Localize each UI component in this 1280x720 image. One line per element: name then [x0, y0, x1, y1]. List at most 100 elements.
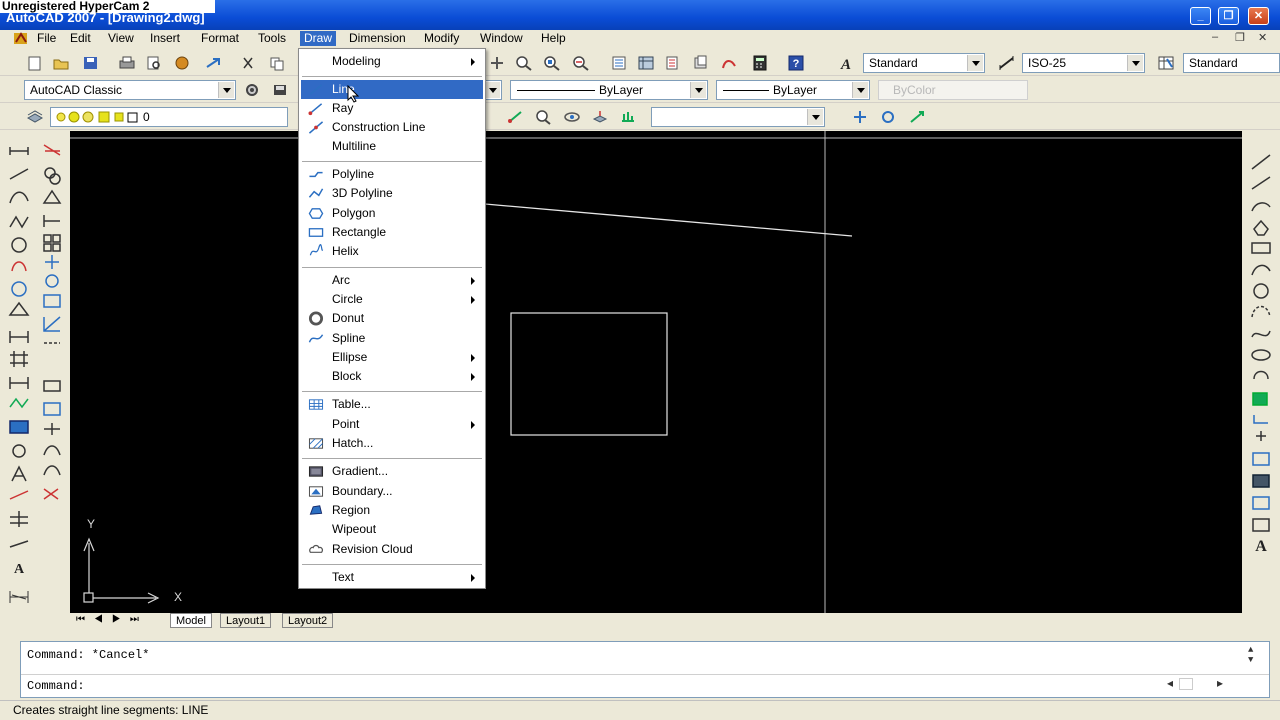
dim-style-select[interactable]: ISO-25	[1022, 53, 1145, 73]
calculator-icon[interactable]	[751, 55, 769, 71]
layer-select[interactable]: 0	[50, 107, 288, 127]
text-style-icon[interactable]: A	[837, 55, 855, 71]
menu-item-arc[interactable]: Arc	[301, 271, 483, 290]
menu-item-line[interactable]: Line	[301, 80, 483, 99]
menu-view[interactable]: View	[104, 31, 138, 46]
zoom-realtime-icon[interactable]	[515, 55, 533, 71]
gradient-icon	[307, 464, 325, 479]
menu-format[interactable]: Format	[197, 31, 243, 46]
menu-item-spline[interactable]: Spline	[301, 329, 483, 348]
menu-item-region[interactable]: Region	[301, 501, 483, 520]
menu-modify[interactable]: Modify	[420, 31, 463, 46]
menu-item-3d-polyline[interactable]: 3D Polyline	[301, 184, 483, 203]
snap-icon[interactable]	[851, 109, 869, 125]
draw-tools-icons[interactable]: A	[0, 131, 70, 613]
workspace-settings-icon[interactable]	[243, 82, 261, 98]
zoom-previous-icon[interactable]	[572, 55, 590, 71]
help-icon[interactable]: ?	[787, 55, 805, 71]
menu-file[interactable]: File	[33, 31, 60, 46]
menu-help[interactable]: Help	[537, 31, 570, 46]
autocad-logo-icon[interactable]	[13, 31, 29, 45]
properties-icon[interactable]	[610, 55, 628, 71]
menu-item-text[interactable]: Text	[301, 568, 483, 587]
menu-item-block[interactable]: Block	[301, 367, 483, 386]
publish-icon[interactable]	[173, 55, 191, 71]
doc-minimize-button[interactable]: –	[1212, 31, 1218, 43]
design-center-icon[interactable]	[637, 55, 655, 71]
workspace-select[interactable]: AutoCAD Classic	[24, 80, 236, 100]
menu-item-helix[interactable]: Helix	[301, 242, 483, 261]
tab-scroll-arrows[interactable]: ⏮◀▶⏭	[76, 614, 148, 625]
linetype-select[interactable]: ByLayer	[510, 80, 708, 100]
menu-item-gradient[interactable]: Gradient...	[301, 462, 483, 481]
menu-item-polyline[interactable]: Polyline	[301, 165, 483, 184]
new-icon[interactable]	[26, 55, 44, 71]
svg-text:A: A	[14, 562, 25, 577]
table-style-select[interactable]: Standard	[1183, 53, 1280, 73]
menu-item-multiline[interactable]: Multiline	[301, 137, 483, 156]
markup-icon[interactable]	[720, 55, 738, 71]
menu-item-ray[interactable]: Ray	[301, 99, 483, 118]
zoom-extents-icon[interactable]	[506, 109, 524, 125]
open-icon[interactable]	[52, 55, 70, 71]
maximize-button[interactable]: ❐	[1218, 7, 1239, 25]
menu-insert[interactable]: Insert	[146, 31, 184, 46]
menu-tools[interactable]: Tools	[254, 31, 290, 46]
menu-item-table[interactable]: Table...	[301, 395, 483, 414]
menu-item-point[interactable]: Point	[301, 415, 483, 434]
menu-item-ellipse[interactable]: Ellipse	[301, 348, 483, 367]
menu-draw[interactable]: Draw	[300, 31, 337, 46]
table-style-icon[interactable]	[1157, 55, 1175, 71]
menu-item-label: Ellipse	[332, 350, 368, 364]
save-icon[interactable]	[82, 55, 100, 71]
menu-item-construction-line[interactable]: Construction Line	[301, 118, 483, 137]
menu-item-donut[interactable]: Donut	[301, 309, 483, 328]
menu-item-polygon[interactable]: Polygon	[301, 204, 483, 223]
tool-palettes-icon[interactable]	[664, 55, 682, 71]
menu-item-circle[interactable]: Circle	[301, 290, 483, 309]
3d-orbit-icon[interactable]	[563, 109, 581, 125]
tab-model[interactable]: Model	[170, 613, 212, 628]
close-button[interactable]: ✕	[1248, 7, 1269, 25]
doc-restore-button[interactable]: ❐	[1235, 31, 1245, 44]
zoom-all-icon[interactable]	[534, 109, 552, 125]
command-hscroll[interactable]: ◀ ▶	[1167, 678, 1247, 694]
menu-item-hatch[interactable]: Hatch...	[301, 434, 483, 453]
walk-icon[interactable]	[908, 109, 926, 125]
etransmit-icon[interactable]	[204, 55, 222, 71]
menu-item-rectangle[interactable]: Rectangle	[301, 223, 483, 242]
command-prompt[interactable]: Command:	[27, 679, 85, 693]
lineweight-select[interactable]: ByLayer	[716, 80, 870, 100]
menu-edit[interactable]: Edit	[66, 31, 95, 46]
color-select-arrow[interactable]	[484, 80, 502, 100]
workspace-save-icon[interactable]	[271, 82, 289, 98]
tab-layout2[interactable]: Layout2	[282, 613, 334, 628]
drawing-canvas[interactable]: Y X	[70, 131, 1242, 613]
layer-manager-icon[interactable]	[26, 109, 44, 125]
tab-layout1[interactable]: Layout1	[220, 613, 272, 628]
plot-icon[interactable]	[118, 55, 136, 71]
minimize-button[interactable]: _	[1190, 7, 1211, 25]
menu-item-revision-cloud[interactable]: Revision Cloud	[301, 540, 483, 559]
doc-close-button[interactable]: ✕	[1258, 31, 1267, 44]
3d-view-icon[interactable]	[591, 109, 609, 125]
plot-preview-icon[interactable]	[145, 55, 163, 71]
menu-item-modeling[interactable]: Modeling	[301, 52, 483, 71]
zoom-window-icon[interactable]	[543, 55, 561, 71]
orbit-icon[interactable]	[879, 109, 897, 125]
sheet-set-icon[interactable]	[692, 55, 710, 71]
menu-dimension[interactable]: Dimension	[345, 31, 410, 46]
text-style-select[interactable]: Standard	[863, 53, 985, 73]
pan-icon[interactable]	[488, 55, 506, 71]
right-tools-icons[interactable]: A	[1242, 131, 1280, 613]
menu-item-wipeout[interactable]: Wipeout	[301, 520, 483, 539]
chevron-down-icon	[690, 82, 706, 98]
dim-style-icon[interactable]	[998, 55, 1016, 71]
copy-icon[interactable]	[268, 55, 286, 71]
view-select[interactable]	[651, 107, 825, 127]
named-views-icon[interactable]	[619, 109, 637, 125]
menu-item-boundary[interactable]: Boundary...	[301, 482, 483, 501]
command-scroll-up[interactable]: ▲ ▼	[1248, 645, 1253, 665]
cut-icon[interactable]	[240, 55, 258, 71]
menu-window[interactable]: Window	[476, 31, 527, 46]
